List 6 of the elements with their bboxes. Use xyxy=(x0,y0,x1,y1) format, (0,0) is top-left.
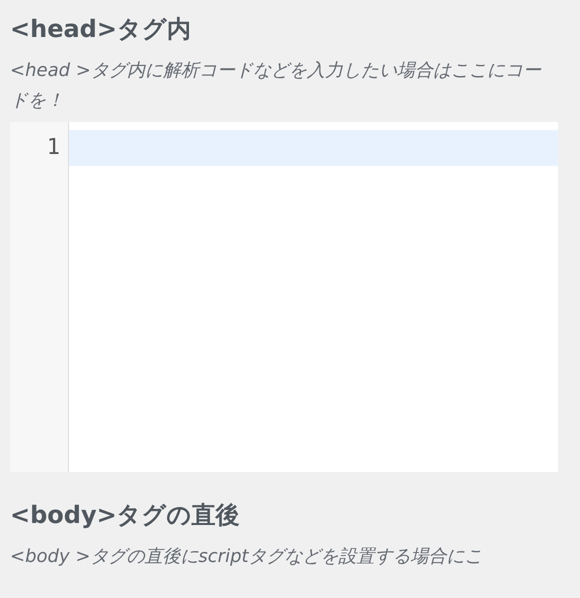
section-heading: <head>タグ内 xyxy=(10,14,192,44)
section-heading: <body>タグの直後 xyxy=(10,500,241,530)
code-editor[interactable]: 1 xyxy=(10,122,558,472)
section-description: <body >タグの直後にscriptタグなどを設置する場合にこ xyxy=(10,545,484,569)
line-number: 1 xyxy=(46,134,61,162)
section-description: <head >タグ内に解析コードなどを入力したい場合はここにコードを！ xyxy=(10,59,542,113)
